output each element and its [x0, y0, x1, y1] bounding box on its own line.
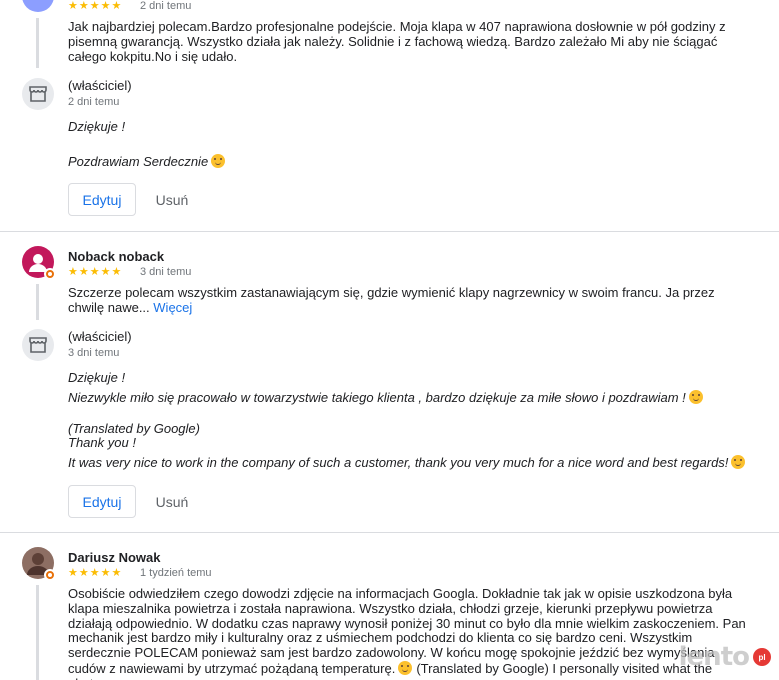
- local-guide-badge-icon: [44, 268, 56, 280]
- owner-reply-line: Niezwykle miło się pracowało w towarzyst…: [68, 389, 768, 406]
- owner-reply: Dziękuje ! Niezwykle miło się pracowało …: [68, 370, 768, 471]
- reviewer-avatar[interactable]: [22, 0, 54, 12]
- review-card: ★★★★★ 2 dni temu Jak najbardziej polecam…: [0, 0, 779, 231]
- store-icon: [22, 78, 54, 110]
- owner-reply-line: Dziękuje !: [68, 370, 126, 385]
- star-rating: ★★★★★: [68, 567, 123, 579]
- owner-reply-date: 2 dni temu: [68, 96, 120, 108]
- review-card: Dariusz Nowak ★★★★★ 1 tydzień temu Osobi…: [0, 533, 779, 680]
- thread-line: [36, 585, 39, 680]
- reviewer-name[interactable]: Dariusz Nowak: [68, 550, 160, 565]
- thread-line: [36, 18, 39, 68]
- store-icon-graphic: [29, 86, 47, 102]
- review-text: Jak najbardziej polecam.Bardzo profesjon…: [68, 19, 726, 64]
- review-text: Szczerze polecam wszystkim zastanawiając…: [68, 285, 715, 315]
- wink-emoji-icon: [731, 455, 746, 470]
- review-date: 3 dni temu: [140, 266, 192, 278]
- review-text: Osobiście odwiedziłem czego dowodzi zdję…: [68, 586, 746, 680]
- reviewer-avatar[interactable]: [22, 547, 56, 581]
- owner-reply-line: Thank you !: [68, 435, 136, 451]
- owner-reply: Dziękuje ! Pozdrawiam Serdecznie: [68, 119, 768, 170]
- watermark-text: lento: [678, 642, 750, 672]
- local-guide-badge-icon: [44, 569, 56, 581]
- store-icon: [22, 329, 54, 361]
- owner-reply-line: (Translated by Google): [68, 420, 200, 436]
- owner-label: (właściciel): [68, 78, 132, 93]
- star-rating: ★★★★★: [68, 266, 123, 278]
- owner-reply-date: 3 dni temu: [68, 347, 120, 359]
- delete-reply-button[interactable]: Usuń: [148, 485, 196, 518]
- lento-watermark: lento pl: [679, 642, 771, 672]
- wink-emoji-icon: [211, 153, 226, 168]
- owner-reply-line: Dziękuje !: [68, 119, 126, 134]
- thread-line: [36, 284, 39, 320]
- wink-emoji-icon: [688, 389, 703, 404]
- read-more-link[interactable]: Więcej: [153, 300, 192, 315]
- watermark-badge: pl: [753, 648, 771, 666]
- star-rating: ★★★★★: [68, 0, 123, 12]
- smile-emoji-icon: [398, 660, 413, 675]
- reviewer-avatar[interactable]: [22, 246, 56, 280]
- store-icon-graphic: [29, 337, 47, 353]
- owner-reply-line: It was very nice to work in the company …: [68, 455, 768, 471]
- owner-label: (właściciel): [68, 329, 132, 344]
- review-card: Noback noback ★★★★★ 3 dni temu Szczerze …: [0, 232, 779, 532]
- edit-reply-button[interactable]: Edytuj: [68, 485, 136, 518]
- review-date: 2 dni temu: [140, 0, 192, 12]
- delete-reply-button[interactable]: Usuń: [148, 183, 196, 216]
- owner-reply-line: Pozdrawiam Serdecznie: [68, 153, 768, 170]
- review-date: 1 tydzień temu: [140, 567, 212, 579]
- edit-reply-button[interactable]: Edytuj: [68, 183, 136, 216]
- reviewer-name[interactable]: Noback noback: [68, 249, 164, 264]
